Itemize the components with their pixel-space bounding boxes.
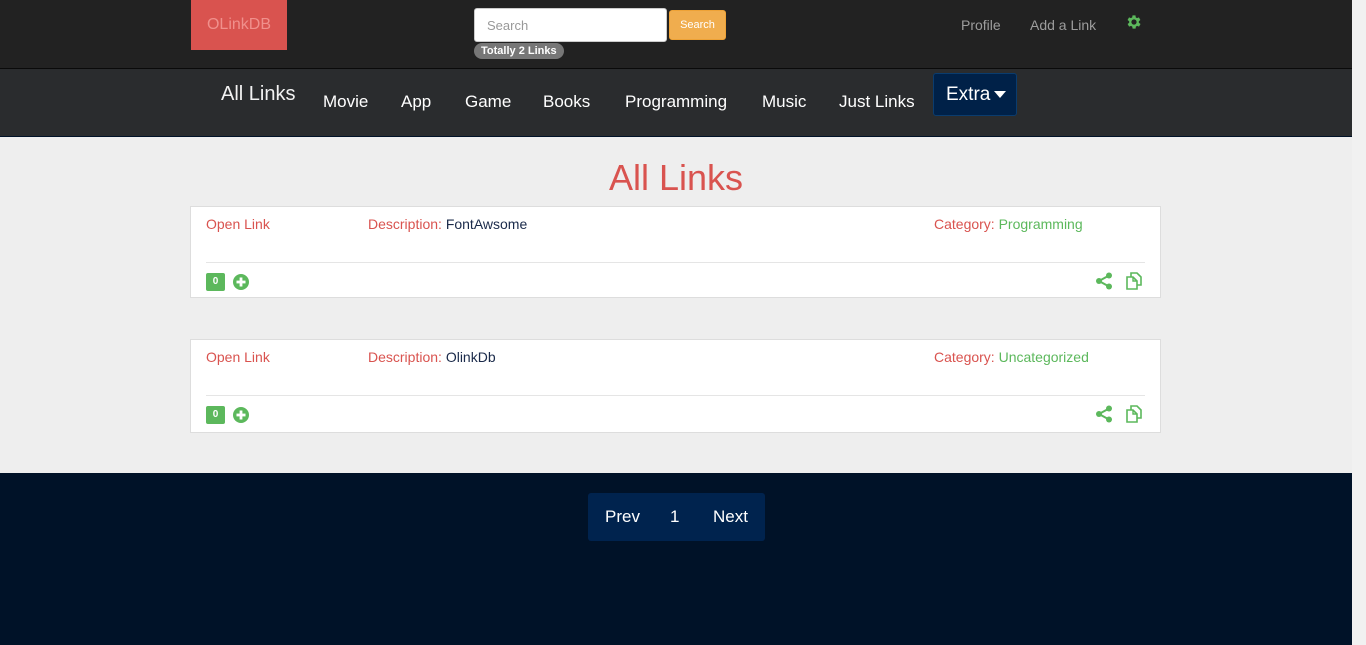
description-label: Description: xyxy=(368,216,442,232)
plus-circle-icon[interactable] xyxy=(233,274,249,290)
extra-dropdown[interactable]: Extra xyxy=(933,73,1017,116)
link-card: Open Link Description: OlinkDb Category:… xyxy=(190,339,1161,433)
card-divider xyxy=(206,395,1145,396)
vote-count: 0 xyxy=(206,406,225,424)
extra-label: Extra xyxy=(946,84,991,105)
description: Description: OlinkDb xyxy=(368,349,496,365)
nav-just-links[interactable]: Just Links xyxy=(839,92,915,112)
category-label: Category: xyxy=(934,349,995,365)
prev-page-button[interactable]: Prev xyxy=(605,507,640,527)
search-button[interactable]: Search xyxy=(669,10,726,40)
nav-movie[interactable]: Movie xyxy=(323,92,368,112)
nav-app[interactable]: App xyxy=(401,92,431,112)
nav-all-links[interactable]: All Links xyxy=(221,83,295,106)
page-1-button[interactable]: 1 xyxy=(670,507,679,527)
open-link[interactable]: Open Link xyxy=(206,216,270,232)
next-page-button[interactable]: Next xyxy=(713,507,748,527)
category: Category: Programming xyxy=(934,216,1083,232)
gear-icon[interactable] xyxy=(1125,13,1143,31)
share-icon[interactable] xyxy=(1095,272,1113,290)
vote-count: 0 xyxy=(206,273,225,291)
copy-icon[interactable] xyxy=(1124,404,1144,424)
scrollbar[interactable] xyxy=(1352,0,1366,645)
page-title: All Links xyxy=(608,157,744,198)
description-value: FontAwsome xyxy=(445,216,528,232)
search-input[interactable] xyxy=(474,8,667,42)
copy-icon[interactable] xyxy=(1124,271,1144,291)
page: OLinkDB Search Totally 2 Links Profile A… xyxy=(0,0,1352,645)
total-links-badge: Totally 2 Links xyxy=(474,43,564,59)
share-icon[interactable] xyxy=(1095,405,1113,423)
card-divider xyxy=(206,262,1145,263)
category: Category: Uncategorized xyxy=(934,349,1089,365)
description-value: OlinkDb xyxy=(445,349,496,365)
category-value[interactable]: Uncategorized xyxy=(999,349,1089,365)
profile-link[interactable]: Profile xyxy=(961,17,1001,33)
add-link-link[interactable]: Add a Link xyxy=(1030,17,1096,33)
top-navbar: OLinkDB Search Totally 2 Links Profile A… xyxy=(0,0,1352,69)
main-content: All Links Open Link Description: FontAws… xyxy=(0,137,1352,473)
open-link[interactable]: Open Link xyxy=(206,349,270,365)
plus-circle-icon[interactable] xyxy=(233,407,249,423)
category-label: Category: xyxy=(934,216,995,232)
link-card: Open Link Description: FontAwsome Catego… xyxy=(190,206,1161,298)
description-label: Description: xyxy=(368,349,442,365)
description: Description: FontAwsome xyxy=(368,216,527,232)
pagination: Prev 1 Next xyxy=(588,493,765,541)
nav-programming[interactable]: Programming xyxy=(625,92,727,112)
caret-down-icon xyxy=(994,91,1007,99)
category-value[interactable]: Programming xyxy=(999,216,1083,232)
nav-books[interactable]: Books xyxy=(543,92,590,112)
category-navbar: All Links Movie App Game Books Programmi… xyxy=(0,69,1352,136)
nav-game[interactable]: Game xyxy=(465,92,511,112)
brand-logo[interactable]: OLinkDB xyxy=(191,0,287,50)
nav-music[interactable]: Music xyxy=(762,92,806,112)
